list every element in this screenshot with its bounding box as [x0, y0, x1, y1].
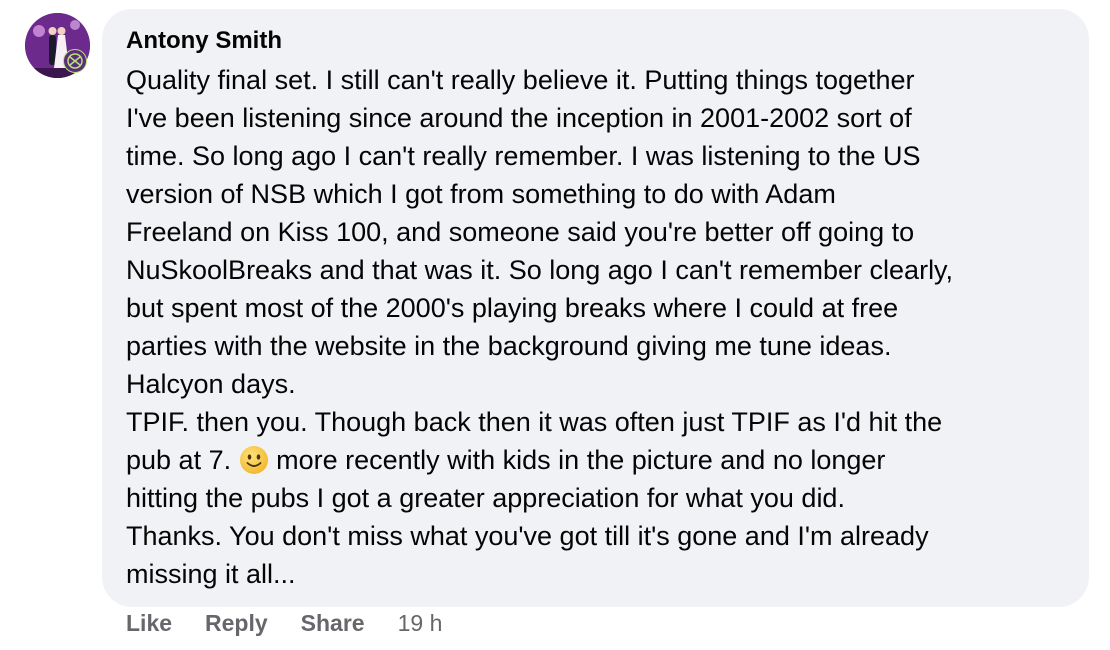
- comment-line: more recently with kids in the picture a…: [268, 445, 886, 475]
- comment-container: Antony Smith Quality final set. I still …: [0, 0, 1110, 650]
- comment-line: Freeland on Kiss 100, and someone said y…: [126, 217, 915, 247]
- profile-frame-badge-icon: [63, 49, 87, 73]
- comment-line: I've been listening since around the inc…: [126, 103, 912, 133]
- comment-author[interactable]: Antony Smith: [126, 27, 1065, 55]
- comment-line: TPIF. then you. Though back then it was …: [126, 407, 943, 437]
- comment-line: time. So long ago I can't really remembe…: [126, 141, 921, 171]
- comment-actions: Like Reply Share 19 h: [126, 610, 442, 637]
- comment-line: parties with the website in the backgrou…: [126, 331, 892, 361]
- slightly-smiling-face-icon: [239, 446, 268, 474]
- comment-body: Quality final set. I still can't really …: [126, 61, 1065, 593]
- comment-line: Thanks. You don't miss what you've got t…: [126, 521, 929, 551]
- comment-line: missing it all...: [126, 559, 296, 589]
- comment-timestamp[interactable]: 19 h: [398, 610, 443, 637]
- comment-line: NuSkoolBreaks and that was it. So long a…: [126, 255, 954, 285]
- share-button[interactable]: Share: [301, 610, 365, 637]
- like-button[interactable]: Like: [126, 610, 172, 637]
- comment-line: version of NSB which I got from somethin…: [126, 179, 836, 209]
- comment-line: Halcyon days.: [126, 369, 296, 399]
- comment-bubble: Antony Smith Quality final set. I still …: [102, 9, 1089, 607]
- comment-line: Quality final set. I still can't really …: [126, 65, 915, 95]
- comment-line: but spent most of the 2000's playing bre…: [126, 293, 899, 323]
- comment-line: hitting the pubs I got a greater appreci…: [126, 483, 845, 513]
- reply-button[interactable]: Reply: [205, 610, 268, 637]
- comment-line: pub at 7.: [126, 445, 239, 475]
